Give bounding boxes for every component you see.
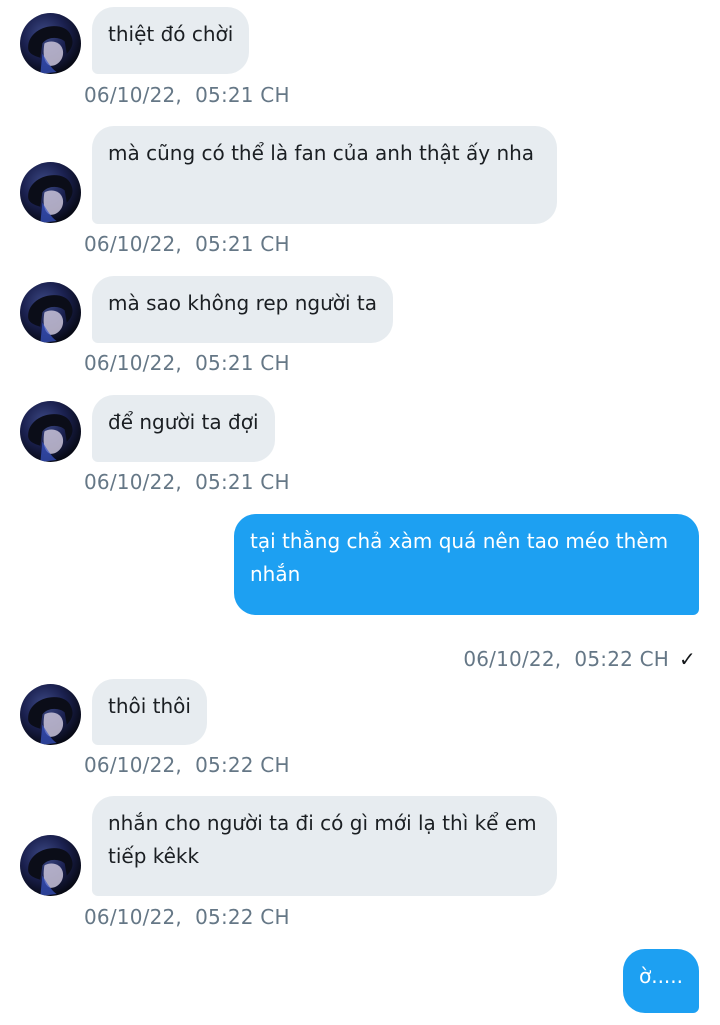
- message-text: thôi thôi: [108, 694, 191, 718]
- message-timestamp: 06/10/22, 05:21 CH: [84, 470, 290, 494]
- message-text: nhắn cho người ta đi có gì mới lạ thì kể…: [108, 811, 537, 868]
- message-text: thiệt đó chời: [108, 22, 234, 46]
- avatar-photo: [28, 848, 73, 896]
- message-timestamp: 06/10/22, 05:21 CH: [84, 232, 290, 256]
- message-bubble-incoming[interactable]: mà sao không rep người ta: [92, 276, 394, 343]
- avatar-photo: [28, 295, 73, 343]
- message-bubble-outgoing[interactable]: ờ.....: [622, 949, 699, 1013]
- avatar[interactable]: [20, 684, 81, 745]
- message-bubble-incoming[interactable]: để người ta đợi: [92, 395, 275, 462]
- message-text: tại thằng chả xàm quá nên tao méo thèm n…: [250, 529, 669, 586]
- message-timestamp: 06/10/22, 05:22 CH: [84, 753, 290, 777]
- avatar-photo: [28, 175, 73, 223]
- message-text: mà sao không rep người ta: [108, 291, 378, 315]
- avatar[interactable]: [20, 835, 81, 896]
- avatar-photo: [28, 26, 73, 74]
- message-timestamp-row: 06/10/22, 05:22 CH ✓: [450, 623, 696, 671]
- message-bubble-outgoing[interactable]: tại thằng chả xàm quá nên tao méo thèm n…: [234, 514, 699, 615]
- avatar[interactable]: [20, 401, 81, 462]
- message-bubble-incoming[interactable]: thiệt đó chời: [92, 7, 250, 74]
- message-bubble-incoming[interactable]: thôi thôi: [92, 679, 207, 745]
- avatar[interactable]: [20, 13, 81, 74]
- avatar-photo: [28, 697, 73, 745]
- avatar[interactable]: [20, 282, 81, 343]
- avatar[interactable]: [20, 162, 81, 223]
- check-icon: ✓: [679, 647, 696, 671]
- message-timestamp: 06/10/22, 05:21 CH: [84, 351, 290, 375]
- message-timestamp: 06/10/22, 05:21 CH: [84, 83, 290, 107]
- message-text: ờ.....: [638, 964, 683, 988]
- message-text: để người ta đợi: [108, 410, 259, 434]
- message-bubble-incoming[interactable]: mà cũng có thể là fan của anh thật ấy nh…: [92, 126, 557, 224]
- avatar-photo: [28, 414, 73, 462]
- message-bubble-incoming[interactable]: nhắn cho người ta đi có gì mới lạ thì kể…: [92, 796, 557, 896]
- message-timestamp: 06/10/22, 05:22 CH: [84, 905, 290, 929]
- message-timestamp: 06/10/22, 05:22 CH: [463, 647, 670, 671]
- message-text: mà cũng có thể là fan của anh thật ấy nh…: [108, 141, 535, 165]
